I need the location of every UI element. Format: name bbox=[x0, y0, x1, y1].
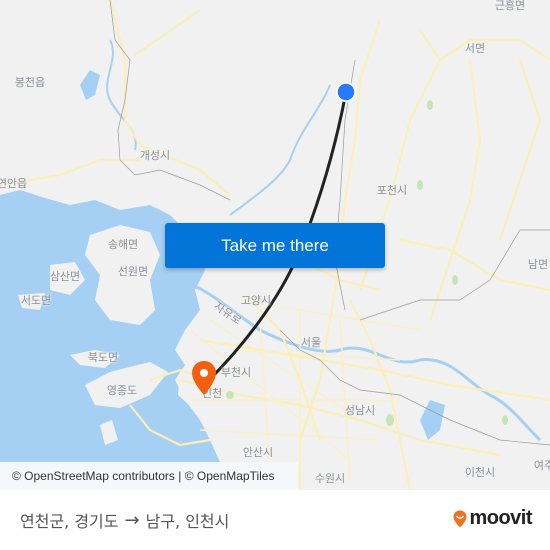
label-suwon: 수원시 bbox=[314, 472, 346, 485]
destination-marker-dot bbox=[200, 369, 208, 377]
map-attribution: © OpenStreetMap contributors | © OpenMap… bbox=[0, 462, 298, 490]
label-geunbuk: 근흥면 bbox=[494, 0, 526, 12]
origin-marker[interactable] bbox=[335, 81, 357, 103]
label-seodo: 서도면 bbox=[20, 294, 52, 307]
label-songhae: 송해면 bbox=[107, 238, 139, 251]
label-yeoju: 여주 bbox=[533, 459, 550, 472]
label-bongcheon: 봉천읍 bbox=[14, 76, 46, 89]
label-icheon: 이천시 bbox=[464, 466, 496, 479]
arrow-right-icon: → bbox=[124, 509, 140, 531]
label-bukdo: 북도면 bbox=[87, 351, 119, 364]
destination-name: 남구, 인천시 bbox=[145, 512, 230, 531]
label-goyang: 고양시 bbox=[240, 294, 272, 307]
label-seoul: 서울 bbox=[300, 336, 322, 349]
route-summary: 연천군, 경기도 → 남구, 인천시 bbox=[20, 508, 229, 532]
origin-name: 연천군, 경기도 bbox=[20, 512, 119, 531]
take-me-there-label: Take me there bbox=[221, 235, 329, 255]
label-yeongjong: 영종도 bbox=[106, 384, 138, 397]
destination-marker[interactable] bbox=[191, 360, 217, 396]
label-seongnam: 성남시 bbox=[344, 404, 376, 417]
moovit-logo[interactable]: moovit bbox=[453, 507, 532, 530]
label-ansan: 안산시 bbox=[242, 446, 274, 459]
footer-bar: 연천군, 경기도 → 남구, 인천시 moovit bbox=[0, 490, 550, 550]
label-seonwon: 선원면 bbox=[117, 265, 149, 278]
label-samsan: 삼산면 bbox=[49, 270, 81, 283]
moovit-wordmark: moovit bbox=[469, 507, 532, 529]
label-pocheon: 포천시 bbox=[376, 184, 408, 197]
map-view[interactable]: 봉천읍 개성시 연안읍 서면 근흥면 포천시 송해면 선원면 삼산면 서도면 고양시 자유로 서울 남면 북… bbox=[0, 0, 550, 490]
label-namyeon: 남면 bbox=[527, 258, 549, 271]
attribution-text: © OpenStreetMap contributors | © OpenMap… bbox=[12, 469, 275, 483]
label-seomyeon: 서면 bbox=[464, 42, 486, 55]
label-bucheon: 부천시 bbox=[220, 366, 252, 379]
label-kaesong: 개성시 bbox=[139, 149, 171, 162]
take-me-there-button[interactable]: Take me there bbox=[165, 223, 385, 268]
label-yeonan: 연안읍 bbox=[0, 177, 28, 190]
moovit-pin-icon bbox=[453, 510, 467, 527]
